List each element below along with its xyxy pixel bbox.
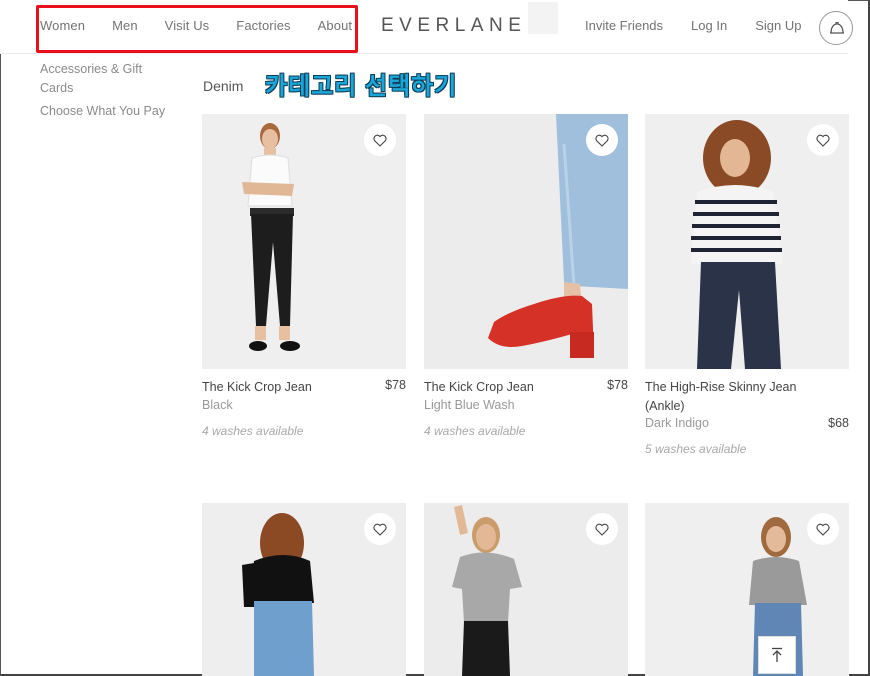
product-price: $68 xyxy=(828,416,849,430)
logo-background xyxy=(528,2,558,34)
product-image[interactable] xyxy=(645,114,849,369)
product-card[interactable]: The High-Rise Skinny Jean (Ankle) $68 Da… xyxy=(645,114,849,464)
wishlist-button[interactable] xyxy=(586,124,618,156)
sidebar-clipped-item xyxy=(40,49,170,57)
site-header: Women Men Visit Us Factories About EVERL… xyxy=(0,0,853,54)
product-color: Dark Indigo xyxy=(645,416,709,430)
product-card[interactable] xyxy=(202,503,406,676)
product-washes: 4 washes available xyxy=(424,424,526,438)
product-card[interactable]: The Kick Crop Jean $78 Black 4 washes av… xyxy=(202,114,406,464)
sidebar-item-accessories-gift-cards[interactable]: Accessories & Gift Cards xyxy=(40,60,170,98)
heart-icon xyxy=(373,523,387,536)
product-price: $78 xyxy=(385,378,406,392)
product-washes: 5 washes available xyxy=(645,442,747,456)
product-name[interactable]: The Kick Crop Jean xyxy=(424,378,584,397)
product-image[interactable] xyxy=(202,503,406,676)
product-color: Black xyxy=(202,398,233,412)
heart-icon xyxy=(816,134,830,147)
wishlist-button[interactable] xyxy=(807,124,839,156)
product-washes: 4 washes available xyxy=(202,424,304,438)
wishlist-button[interactable] xyxy=(364,124,396,156)
account-nav: Invite Friends Log In Sign Up xyxy=(585,18,829,33)
product-image[interactable] xyxy=(645,503,849,676)
wishlist-button[interactable] xyxy=(807,513,839,545)
site-logo[interactable]: EVERLANE xyxy=(381,15,526,37)
cart-icon xyxy=(830,21,844,34)
category-title: Denim xyxy=(203,78,244,94)
product-image[interactable] xyxy=(424,114,628,369)
heart-icon xyxy=(595,523,609,536)
product-color: Light Blue Wash xyxy=(424,398,515,412)
product-card[interactable] xyxy=(645,503,849,676)
back-to-top-button[interactable] xyxy=(758,636,796,674)
wishlist-button[interactable] xyxy=(586,513,618,545)
product-name[interactable]: The High-Rise Skinny Jean (Ankle) xyxy=(645,378,805,416)
nav-sign-up[interactable]: Sign Up xyxy=(755,18,801,33)
nav-log-in[interactable]: Log In xyxy=(691,18,727,33)
arrow-up-icon xyxy=(772,647,782,662)
nav-invite-friends[interactable]: Invite Friends xyxy=(585,18,663,33)
product-price: $78 xyxy=(607,378,628,392)
heart-icon xyxy=(373,134,387,147)
heart-icon xyxy=(816,523,830,536)
cart-button[interactable] xyxy=(819,11,853,45)
sidebar-item-choose-what-you-pay[interactable]: Choose What You Pay xyxy=(40,102,170,121)
category-sidebar: Accessories & Gift Cards Choose What You… xyxy=(40,55,170,121)
heart-icon xyxy=(595,134,609,147)
wishlist-button[interactable] xyxy=(364,513,396,545)
product-name[interactable]: The Kick Crop Jean xyxy=(202,378,362,397)
product-image[interactable] xyxy=(424,503,628,676)
product-card[interactable]: The Kick Crop Jean $78 Light Blue Wash 4… xyxy=(424,114,628,464)
product-image[interactable] xyxy=(202,114,406,369)
category-highlight-box xyxy=(36,5,358,53)
product-card[interactable] xyxy=(424,503,628,676)
annotation-label: 카테고리 선택하기 xyxy=(265,73,458,100)
